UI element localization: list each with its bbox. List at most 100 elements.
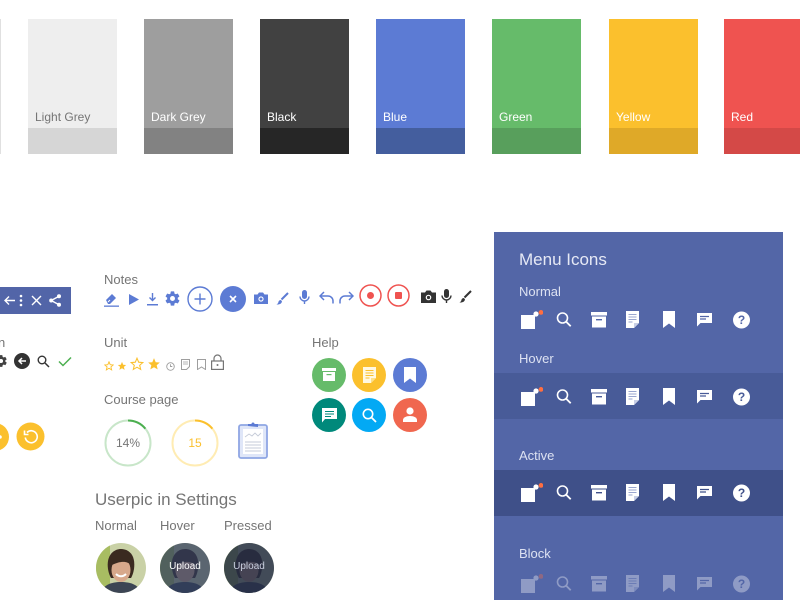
swatch-shade bbox=[260, 128, 349, 154]
menu-state-normal-label: Normal bbox=[519, 284, 561, 299]
chat-icon[interactable] bbox=[697, 387, 713, 407]
eraser-icon[interactable] bbox=[104, 291, 119, 307]
menu-icons-row-hover: ? bbox=[521, 387, 761, 407]
close-circle-icon[interactable] bbox=[220, 286, 246, 312]
progress-count-text: 15 bbox=[188, 436, 202, 450]
swatch-label: Light Grey bbox=[35, 110, 91, 124]
archive-icon[interactable] bbox=[591, 387, 607, 407]
partial-yellow-button[interactable] bbox=[0, 422, 10, 452]
download-icon[interactable] bbox=[147, 293, 158, 306]
notifications-icon[interactable] bbox=[521, 387, 543, 407]
search-icon[interactable] bbox=[556, 483, 572, 503]
progress-ring-percent: 14% bbox=[104, 419, 152, 467]
note-icon[interactable] bbox=[181, 359, 190, 370]
help-icon[interactable]: ? bbox=[733, 310, 751, 330]
back-circle-icon[interactable] bbox=[14, 353, 30, 369]
menu-icons-row-block: ? bbox=[521, 574, 761, 594]
archive-icon[interactable] bbox=[591, 574, 607, 594]
menu-icons-title: Menu Icons bbox=[519, 250, 607, 269]
help-document-button[interactable] bbox=[352, 358, 386, 392]
person-icon bbox=[403, 407, 417, 422]
chat-icon[interactable] bbox=[697, 483, 713, 503]
close-icon[interactable] bbox=[31, 295, 42, 306]
progress-percent-text: 14% bbox=[115, 436, 141, 450]
play-icon[interactable] bbox=[129, 294, 139, 305]
swatch-label: Red bbox=[731, 110, 754, 124]
document-icon[interactable] bbox=[626, 310, 640, 330]
search-icon[interactable] bbox=[556, 387, 572, 407]
chat-icon[interactable] bbox=[697, 574, 713, 594]
bookmark-icon[interactable] bbox=[663, 310, 675, 330]
brush-icon[interactable] bbox=[276, 292, 289, 305]
document-icon[interactable] bbox=[626, 387, 640, 407]
camera-dark-icon[interactable] bbox=[421, 290, 436, 303]
share-icon[interactable] bbox=[49, 294, 61, 307]
chat-icon[interactable] bbox=[697, 310, 713, 330]
clipboard-icon[interactable] bbox=[238, 421, 268, 459]
swatch-shade bbox=[376, 128, 465, 154]
redo-icon[interactable] bbox=[339, 291, 354, 304]
mic-dark-icon[interactable] bbox=[441, 289, 452, 304]
archive-icon[interactable] bbox=[591, 483, 607, 503]
help-icon[interactable]: ? bbox=[733, 387, 751, 407]
progress-ring-count: 15 bbox=[171, 419, 219, 467]
notifications-icon[interactable] bbox=[521, 483, 543, 503]
stop-icon[interactable] bbox=[387, 284, 410, 307]
document-icon bbox=[363, 367, 376, 383]
star-filled-small-icon[interactable] bbox=[117, 361, 127, 371]
bookmark-icon[interactable] bbox=[663, 574, 675, 594]
document-icon[interactable] bbox=[626, 574, 640, 594]
bookmark-outline-icon[interactable] bbox=[197, 359, 206, 370]
star-outline-icon[interactable] bbox=[130, 357, 144, 371]
help-search-button[interactable] bbox=[352, 398, 386, 432]
upload-label: Upload bbox=[169, 561, 201, 572]
help-archive-button[interactable] bbox=[312, 358, 346, 392]
bookmark-icon[interactable] bbox=[663, 387, 675, 407]
brush-dark-icon[interactable] bbox=[459, 290, 472, 303]
archive-icon bbox=[322, 368, 336, 381]
search-icon[interactable] bbox=[556, 310, 572, 330]
help-bookmark-button[interactable] bbox=[393, 358, 427, 392]
swatch-label: Black bbox=[267, 110, 297, 124]
document-icon[interactable] bbox=[626, 483, 640, 503]
record-icon[interactable] bbox=[359, 284, 382, 307]
more-vert-icon[interactable] bbox=[19, 294, 23, 307]
check-icon[interactable] bbox=[58, 356, 72, 367]
avatar-normal[interactable] bbox=[96, 543, 146, 593]
help-icon[interactable]: ? bbox=[733, 483, 751, 503]
gear-icon[interactable] bbox=[0, 354, 8, 368]
svg-text:?: ? bbox=[738, 390, 745, 404]
archive-icon[interactable] bbox=[591, 310, 607, 330]
gear-icon[interactable] bbox=[164, 290, 181, 307]
help-icon[interactable]: ? bbox=[733, 574, 751, 594]
avatar-hover[interactable]: Upload bbox=[160, 543, 210, 593]
swatch-blue: Blue bbox=[376, 19, 465, 154]
help-person-button[interactable] bbox=[393, 398, 427, 432]
search-icon[interactable] bbox=[556, 574, 572, 594]
unit-label: Unit bbox=[104, 335, 128, 350]
partial-section-label: n bbox=[0, 335, 6, 350]
menu-icons-row-active: ? bbox=[521, 483, 761, 503]
menu-state-hover-label: Hover bbox=[519, 351, 554, 366]
clock-icon[interactable] bbox=[166, 362, 175, 371]
notifications-icon[interactable] bbox=[521, 574, 543, 594]
swatch-label: Dark Grey bbox=[151, 110, 206, 124]
search-icon[interactable] bbox=[37, 355, 50, 368]
star-filled-icon[interactable] bbox=[147, 357, 161, 371]
arrow-left-icon[interactable] bbox=[3, 294, 16, 307]
mic-icon[interactable] bbox=[299, 290, 310, 305]
undo-icon[interactable] bbox=[319, 291, 334, 304]
help-chat-button[interactable] bbox=[312, 398, 346, 432]
lock-icon[interactable] bbox=[211, 354, 224, 370]
avatar-pressed[interactable]: Upload bbox=[224, 543, 274, 593]
undo-icon[interactable] bbox=[16, 422, 45, 451]
add-circle-icon[interactable] bbox=[187, 286, 213, 312]
userpic-state-pressed-label: Pressed bbox=[224, 518, 272, 533]
bookmark-icon[interactable] bbox=[663, 483, 675, 503]
avatar-photo bbox=[96, 543, 146, 593]
star-outline-small-icon[interactable] bbox=[104, 361, 114, 371]
notifications-icon[interactable] bbox=[521, 310, 543, 330]
camera-icon[interactable] bbox=[254, 292, 268, 304]
menu-icons-row-normal: ? bbox=[521, 310, 761, 330]
swatch-cut-edge bbox=[0, 19, 1, 154]
